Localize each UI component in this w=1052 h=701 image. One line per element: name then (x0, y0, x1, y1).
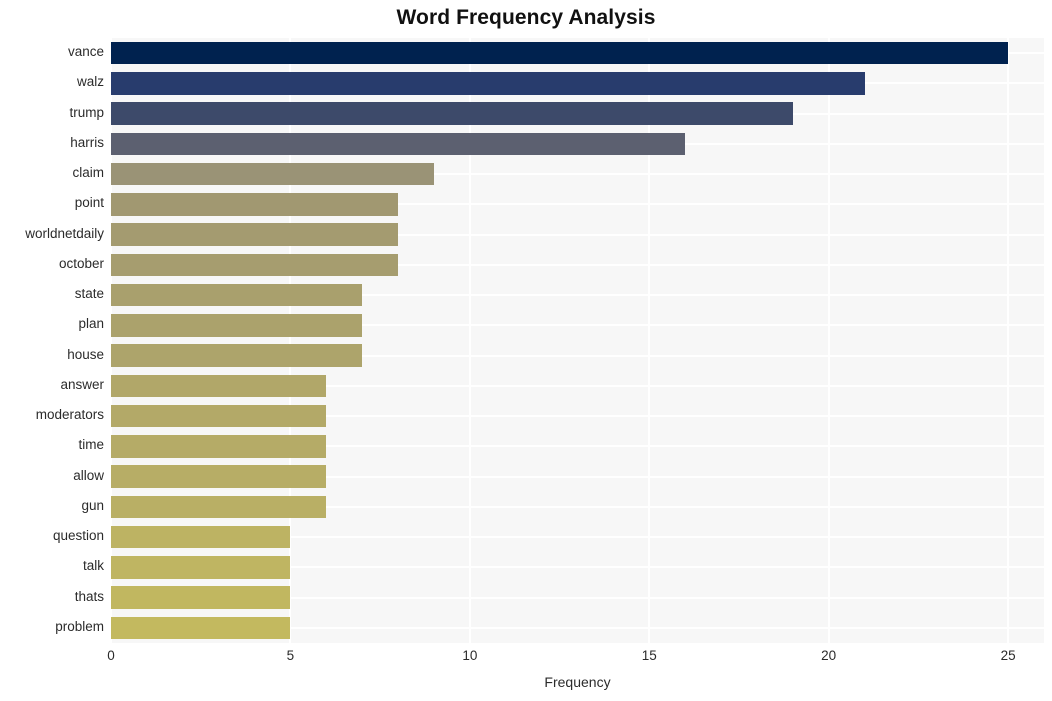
y-tick-label-worldnetdaily: worldnetdaily (25, 225, 104, 241)
bar-state (111, 283, 363, 307)
bar-problem (111, 616, 291, 640)
bar-plan (111, 314, 363, 337)
bar-october (111, 253, 399, 277)
bar-answer (111, 374, 327, 398)
y-tick-label-claim: claim (72, 165, 104, 181)
y-tick-label-talk: talk (82, 558, 104, 574)
bar-trump (111, 102, 793, 125)
bar-thats (111, 586, 291, 609)
bars-layer (111, 38, 1044, 643)
y-tick-label-allow: allow (73, 467, 104, 483)
y-tick-label-problem: problem (55, 618, 104, 634)
y-tick-label-plan: plan (78, 316, 104, 332)
plot-area (110, 38, 1044, 643)
y-tick-label-gun: gun (81, 497, 104, 513)
x-axis-title: Frequency (544, 674, 611, 690)
y-tick-label-thats: thats (74, 588, 104, 604)
x-tick-label-20: 20 (821, 648, 837, 663)
y-tick-label-october: october (58, 255, 104, 271)
bar-worldnetdaily (111, 223, 399, 246)
y-tick-label-question: question (52, 528, 104, 544)
y-tick-label-trump: trump (69, 104, 104, 120)
y-tick-label-harris: harris (70, 134, 104, 150)
bar-talk (111, 556, 291, 579)
x-tick-label-25: 25 (1000, 648, 1016, 663)
x-tick-label-0: 0 (107, 648, 115, 663)
y-axis-tick-labels: vance walz trump harris claim point worldnetda… (0, 38, 104, 643)
y-tick-label-state: state (74, 286, 104, 302)
y-tick-label-walz: walz (76, 74, 104, 90)
y-tick-label-time: time (78, 437, 104, 453)
bar-vance (111, 41, 1009, 65)
bar-allow (111, 465, 327, 488)
y-tick-label-vance: vance (67, 44, 104, 60)
y-tick-label-answer: answer (60, 376, 104, 392)
x-tick-label-10: 10 (462, 648, 478, 663)
bar-claim (111, 162, 434, 186)
x-tick-label-5: 5 (286, 648, 295, 663)
y-tick-label-moderators: moderators (35, 407, 104, 423)
bar-house (111, 344, 363, 367)
chart-figure: Word Frequency Analysis vance walz trump ha… (0, 0, 1052, 701)
chart-title: Word Frequency Analysis (396, 6, 656, 29)
y-tick-label-house: house (67, 346, 104, 362)
x-axis-tick-labels: 0 5 10 15 20 25 (0, 648, 1052, 668)
bar-walz (111, 72, 865, 95)
bar-point (111, 193, 399, 216)
bar-gun (111, 495, 327, 519)
bar-harris (111, 132, 686, 156)
x-tick-label-15: 15 (641, 648, 657, 663)
bar-question (111, 525, 291, 549)
y-tick-label-point: point (74, 195, 104, 211)
bar-moderators (111, 404, 327, 428)
bar-time (111, 435, 327, 458)
